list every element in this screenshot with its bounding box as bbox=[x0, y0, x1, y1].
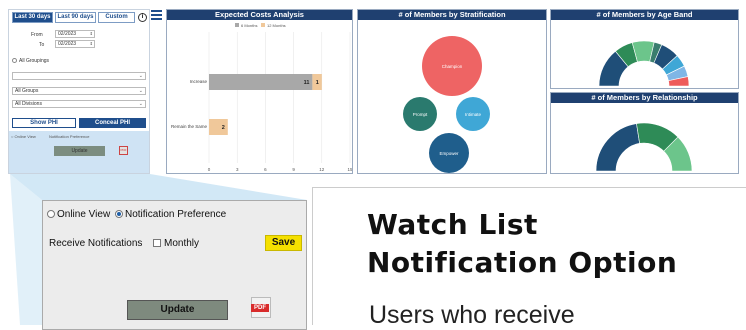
stratification-title: # of Members by Stratification bbox=[358, 10, 546, 20]
stratification-tile: # of Members by Stratification Champion P… bbox=[357, 9, 547, 174]
data-label: 2 bbox=[222, 125, 225, 131]
mini-notification-pref-label: Notification Preference bbox=[49, 134, 90, 139]
bubble-label: Empower bbox=[439, 151, 459, 156]
show-phi-button[interactable]: Show PHI bbox=[12, 118, 76, 128]
groups-select[interactable]: All Groups ⌄ bbox=[12, 87, 146, 95]
groups-select-value: All Groups bbox=[15, 88, 39, 94]
expected-costs-title: Expected Costs Analysis bbox=[167, 10, 352, 20]
bubble-label: Champion bbox=[442, 64, 463, 69]
conceal-phi-button[interactable]: Conceal PHI bbox=[79, 118, 146, 128]
expected-costs-tile: Expected Costs Analysis 6 Months 12 Month… bbox=[166, 9, 353, 174]
mini-pdf-icon[interactable]: PDF bbox=[119, 146, 128, 155]
heading-line-1: Watch List bbox=[367, 208, 538, 241]
from-label: From bbox=[31, 32, 43, 38]
notification-pref-label: Notification Preference bbox=[125, 209, 227, 220]
relationship-title: # of Members by Relationship bbox=[551, 93, 738, 103]
filter-panel: Last 30 days Last 90 days Custom i From … bbox=[8, 9, 150, 174]
notification-pref-radio[interactable] bbox=[115, 210, 123, 218]
age-band-donut bbox=[598, 40, 690, 87]
donut-segment bbox=[595, 123, 640, 172]
x-tick-label: 12 bbox=[319, 167, 325, 172]
mini-online-view-label: Online View bbox=[14, 134, 36, 139]
legend-label: 12 Months bbox=[267, 23, 286, 28]
chevron-down-icon: ⌄ bbox=[138, 101, 143, 107]
notification-mini-panel: ○ Online View Notification Preference Up… bbox=[9, 131, 149, 173]
chevron-down-icon: ⌄ bbox=[138, 88, 143, 94]
to-date-input[interactable]: 02/2023 ⇕ bbox=[55, 40, 95, 48]
bar bbox=[209, 119, 228, 135]
article-text: Watch List Notification Option Users who… bbox=[312, 187, 746, 329]
from-date-value: 02/2023 bbox=[58, 31, 77, 37]
online-view-label: Online View bbox=[57, 209, 111, 220]
divisions-select-value: All Divisions bbox=[15, 101, 42, 107]
online-view-option[interactable]: Online View bbox=[47, 209, 110, 220]
age-band-title: # of Members by Age Band bbox=[551, 10, 738, 20]
x-tick-label: 15 bbox=[347, 167, 352, 172]
legend-label: 6 Months bbox=[241, 23, 257, 28]
bar bbox=[209, 74, 313, 90]
all-groupings-label: All Groupings bbox=[19, 58, 50, 64]
heading-line-2: Notification Option bbox=[367, 246, 678, 279]
age-band-tile: # of Members by Age Band bbox=[550, 9, 739, 89]
expected-costs-chart: 6 Months 12 Months0 3 6 9 12 15Increase 11 1Rema… bbox=[171, 23, 353, 172]
data-label: 11 bbox=[304, 80, 310, 86]
tab-last-90-days[interactable]: Last 90 days bbox=[55, 12, 96, 23]
pdf-icon-label: PDF bbox=[251, 304, 269, 312]
stratification-bubble-chart: Champion Prompt Intimate Empower bbox=[403, 36, 490, 173]
pdf-icon[interactable]: PDF bbox=[251, 297, 271, 318]
tab-last-30-days[interactable]: Last 30 days bbox=[12, 12, 53, 23]
chevron-down-icon: ⌄ bbox=[138, 73, 143, 79]
relationship-donut bbox=[595, 122, 693, 172]
relationship-tile: # of Members by Relationship bbox=[550, 92, 739, 174]
divisions-select[interactable]: All Divisions ⌄ bbox=[12, 100, 146, 108]
legend-swatch bbox=[235, 23, 239, 27]
x-tick-label: 9 bbox=[292, 167, 295, 172]
info-icon[interactable]: i bbox=[138, 13, 147, 22]
grouping-select[interactable]: ⌄ bbox=[12, 72, 146, 80]
stepper-icon: ⇕ bbox=[89, 41, 93, 46]
data-label: 1 bbox=[316, 80, 319, 86]
to-label: To bbox=[39, 42, 45, 48]
mini-online-view-option[interactable]: ○ Online View bbox=[11, 134, 36, 139]
x-tick-label: 6 bbox=[264, 167, 267, 172]
all-groupings-radio[interactable] bbox=[12, 58, 17, 63]
update-button[interactable]: Update bbox=[127, 300, 228, 320]
bubble-label: Intimate bbox=[465, 112, 482, 117]
monthly-option[interactable]: Monthly bbox=[153, 238, 199, 249]
hamburger-icon[interactable] bbox=[151, 10, 162, 20]
category-label: Increase bbox=[190, 79, 208, 84]
article-body: Users who receive bbox=[369, 301, 575, 329]
receive-notifications-label: Receive Notifications bbox=[49, 238, 143, 249]
notification-callout: Online View Notification Preference Rece… bbox=[42, 200, 307, 330]
online-view-radio[interactable] bbox=[47, 210, 55, 218]
monthly-checkbox[interactable] bbox=[153, 239, 161, 247]
mini-notification-pref-option[interactable]: Notification Preference bbox=[49, 134, 89, 139]
category-label: Remain the Same bbox=[171, 124, 208, 129]
save-button[interactable]: Save bbox=[265, 235, 302, 251]
stepper-icon: ⇕ bbox=[89, 31, 93, 36]
notification-pref-option[interactable]: Notification Preference bbox=[115, 209, 226, 220]
x-tick-label: 3 bbox=[236, 167, 239, 172]
tab-custom[interactable]: Custom bbox=[98, 12, 135, 23]
x-tick-label: 0 bbox=[208, 167, 211, 172]
from-date-input[interactable]: 02/2023 ⇕ bbox=[55, 30, 95, 38]
to-date-value: 02/2023 bbox=[58, 41, 77, 47]
bubble-label: Prompt bbox=[413, 112, 428, 117]
legend-swatch bbox=[261, 23, 265, 27]
mini-update-button[interactable]: Update bbox=[54, 146, 105, 156]
monthly-label: Monthly bbox=[164, 238, 200, 249]
